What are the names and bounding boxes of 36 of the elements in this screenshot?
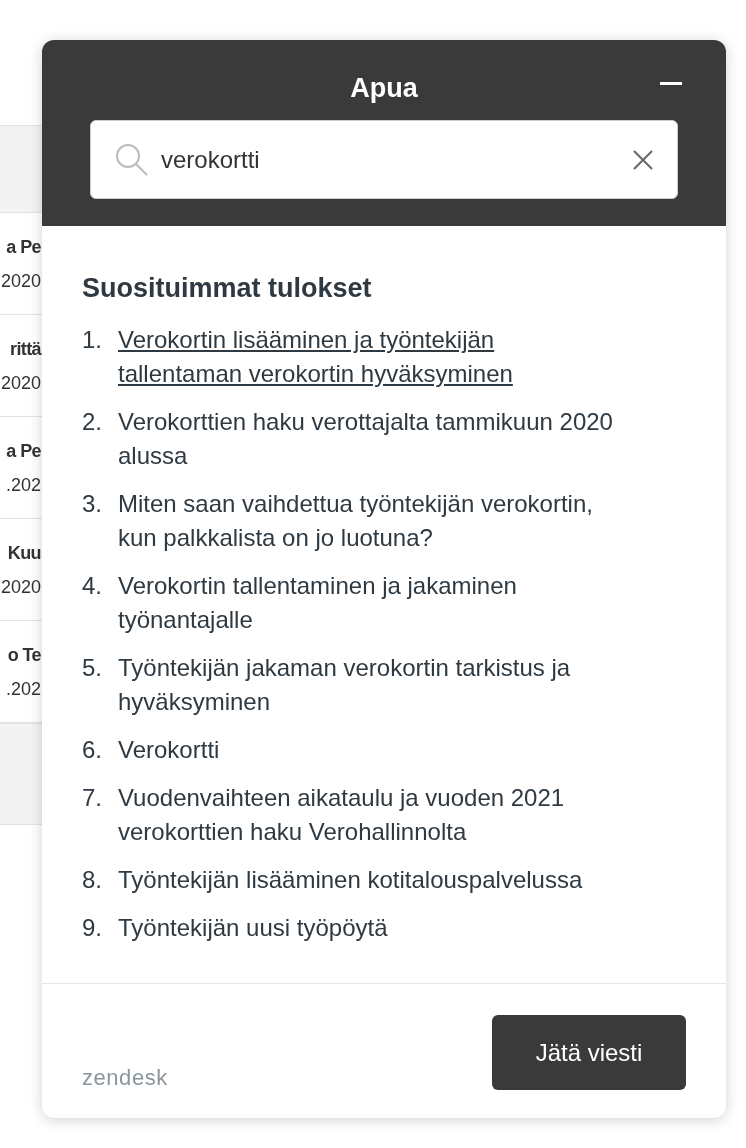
row-date: .202 — [5, 473, 41, 497]
row-title: Kuu — [7, 541, 41, 565]
list-number: 4. — [82, 570, 103, 601]
result-link[interactable]: Vuodenvaihteen aikataulu ja vuoden 2021 verokorttien haku Verohallinnolta — [118, 780, 618, 849]
row-title: rittä — [10, 337, 41, 361]
list-number: 1. — [82, 324, 103, 355]
list-number: 5. — [82, 652, 103, 683]
leave-message-button[interactable]: Jätä viesti — [492, 1015, 686, 1090]
result-link[interactable]: Työntekijän jakaman verokortin tarkistus ja hyväksyminen — [118, 650, 618, 719]
search-field[interactable]: verokortti — [90, 120, 678, 199]
search-input[interactable]: verokortti — [161, 141, 621, 178]
row-date: 2020 — [0, 575, 41, 599]
row-title: o Te — [7, 643, 41, 667]
result-link[interactable]: Verokorttien haku verottajalta tammikuun 2020 alussa — [118, 404, 618, 473]
result-link[interactable]: Verokortti — [118, 732, 220, 767]
brand-logo: zendesk — [82, 1064, 168, 1092]
list-number: 3. — [82, 488, 103, 519]
row-date: 2020 — [0, 269, 41, 293]
list-number: 2. — [82, 406, 103, 437]
close-icon[interactable] — [633, 149, 653, 170]
row-title: a Pe — [6, 235, 41, 259]
section-heading: Suosituimmat tulokset — [82, 272, 373, 305]
list-number: 8. — [82, 864, 103, 895]
result-link[interactable]: Verokortin tallentaminen ja jakaminen työnantajalle — [118, 568, 618, 637]
list-number: 6. — [82, 734, 103, 765]
result-link[interactable]: Työntekijän lisääminen kotitalouspalvelussa — [118, 862, 583, 897]
row-title: a Pe — [6, 439, 41, 463]
row-date: 2020 — [0, 371, 41, 395]
search-icon — [115, 142, 149, 177]
result-link[interactable]: Miten saan vaihdettua työntekijän verokortin, kun palkkalista on jo luotuna? — [118, 486, 618, 555]
list-number: 7. — [82, 782, 103, 813]
row-date: .202 — [5, 677, 41, 701]
list-number: 9. — [82, 912, 103, 943]
result-link[interactable]: Verokortin lisääminen ja työntekijän tallentaman verokortin hyväksyminen — [118, 322, 618, 391]
panel-title: Apua — [350, 72, 418, 105]
result-link[interactable]: Työntekijän uusi työpöytä — [118, 910, 388, 945]
